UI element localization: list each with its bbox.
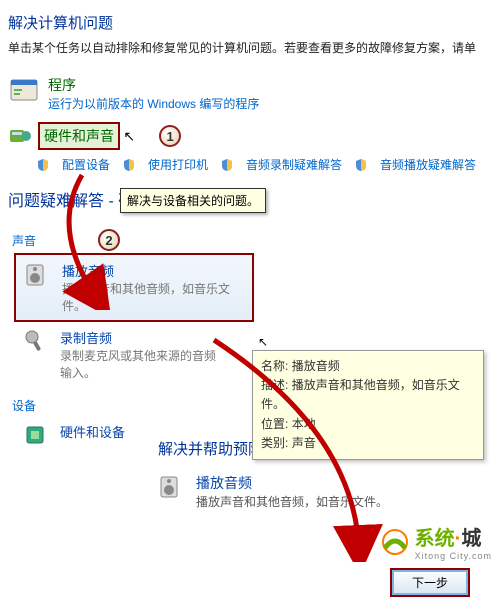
hardware-icon [8, 124, 32, 148]
hardware-sound-link[interactable]: 硬件和声音 [38, 122, 120, 150]
bottom-play-audio-desc: 播放声音和其他音频，如音乐文件。 [196, 493, 388, 510]
cursor-icon: ↖ [258, 335, 268, 349]
play-audio-desc: 播放声音和其他音频，如音乐文件。 [62, 280, 244, 314]
shield-icon [220, 158, 234, 172]
record-audio-title: 录制音频 [60, 328, 226, 347]
cursor-icon: ↖ [123, 128, 135, 144]
play-audio-item[interactable]: 播放音频 播放声音和其他音频，如音乐文件。 [14, 253, 254, 322]
badge-2: 2 [98, 229, 120, 251]
program-icon [8, 75, 40, 107]
page-subtitle: 单击某个任务以自动排除和修复常见的计算机问题。若要查看更多的故障修复方案，请单 [8, 39, 492, 57]
audio-category: 声音 [12, 232, 36, 249]
microphone-icon [22, 328, 50, 356]
next-button[interactable]: 下一步 [390, 568, 470, 597]
printer-link[interactable]: 使用打印机 [148, 156, 208, 173]
programs-link[interactable]: 程序 [48, 75, 259, 95]
tooltip: 解决与设备相关的问题。 [120, 188, 266, 213]
hw-device-title: 硬件和设备 [60, 422, 125, 441]
speaker-icon [24, 261, 52, 289]
audio-playback-link[interactable]: 音频播放疑难解答 [380, 156, 476, 173]
record-audio-item[interactable]: 录制音频 录制麦克风或其他来源的音频输入。 [14, 322, 234, 387]
chip-icon [22, 422, 50, 450]
audio-record-link[interactable]: 音频录制疑难解答 [246, 156, 342, 173]
hardware-device-item[interactable]: 硬件和设备 [14, 416, 144, 456]
bottom-play-audio-title[interactable]: 播放音频 [196, 473, 388, 493]
shield-icon [36, 158, 50, 172]
programs-sublink[interactable]: 运行为以前版本的 Windows 编写的程序 [48, 95, 259, 112]
badge-1: 1 [159, 125, 181, 147]
speaker-icon [158, 473, 186, 501]
info-tooltip: 名称: 播放音频 描述: 播放声音和其他音频，如音乐文件。 位置: 本地 类别:… [252, 350, 484, 460]
config-device-link[interactable]: 配置设备 [62, 156, 110, 173]
xitongcity-logo: 系统·城 Xitong City.com [377, 522, 492, 561]
play-audio-title: 播放音频 [62, 261, 244, 280]
record-audio-desc: 录制麦克风或其他来源的音频输入。 [60, 347, 226, 381]
shield-icon [122, 158, 136, 172]
shield-icon [354, 158, 368, 172]
page-title: 解决计算机问题 [8, 12, 492, 33]
